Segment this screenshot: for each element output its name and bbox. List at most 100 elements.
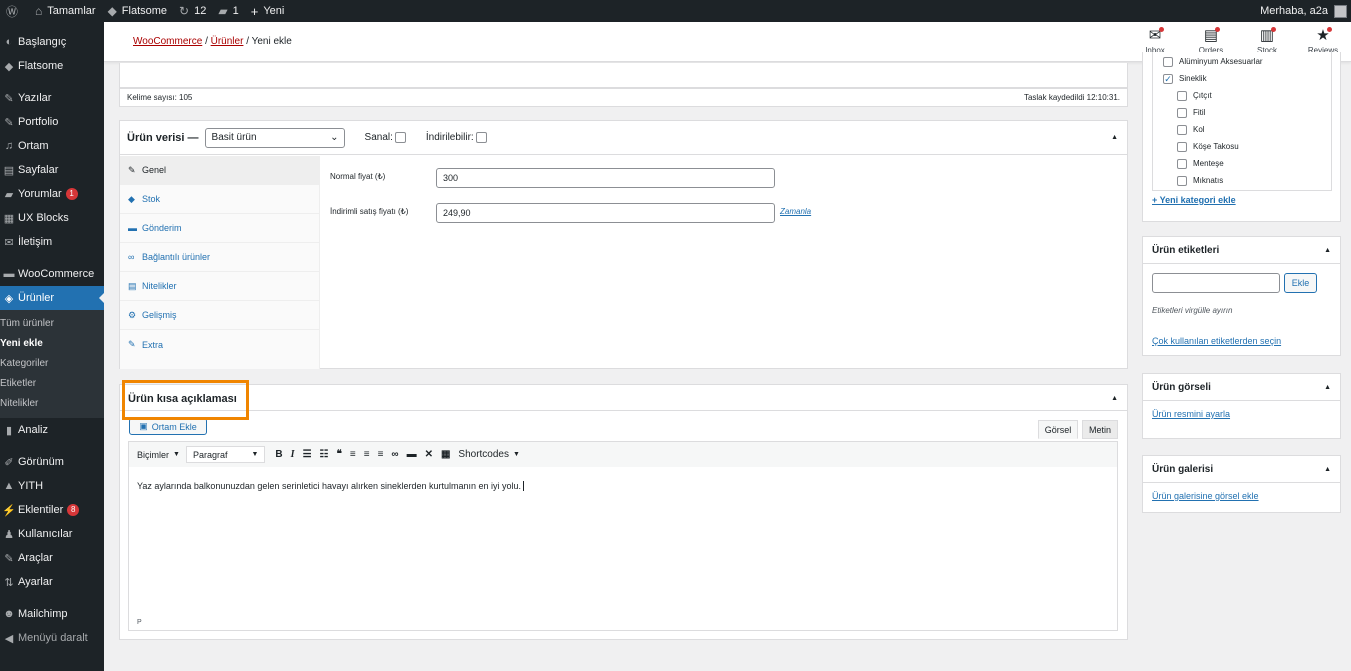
virtual-checkbox[interactable] <box>394 132 406 143</box>
menu-pages[interactable]: ▤ Sayfalar <box>0 158 104 182</box>
user-greeting[interactable]: Merhaba, a2a <box>1260 5 1328 17</box>
set-product-image-link[interactable]: Ürün resmini ayarla <box>1152 409 1230 419</box>
menu-contact[interactable]: ✉ İletişim <box>0 230 104 254</box>
avatar[interactable] <box>1334 4 1347 18</box>
toggle-panel-icon[interactable]: ▲ <box>1324 247 1331 254</box>
toggle-panel-icon[interactable]: ▲ <box>1111 395 1118 402</box>
list-icon: ▤ <box>128 280 137 291</box>
submenu-tags[interactable]: Etiketler <box>0 374 104 394</box>
formats-dropdown[interactable]: Biçimler <box>137 450 169 460</box>
paragraph-select[interactable]: Paragraf ▼ <box>185 446 266 463</box>
reviews-button[interactable]: ★ Reviews <box>1295 26 1351 55</box>
italic-icon[interactable]: I <box>291 449 295 460</box>
menu-yith[interactable]: ▲ YITH <box>0 474 104 498</box>
comment-icon: ▰ <box>218 4 228 18</box>
breadcrumb-products[interactable]: Ürünler <box>211 36 244 47</box>
menu-products[interactable]: ◈ Ürünler <box>0 286 104 310</box>
tab-extra[interactable]: ✎ Extra <box>120 330 319 359</box>
menu-ux-blocks[interactable]: ▦ UX Blocks <box>0 206 104 230</box>
toggle-panel-icon[interactable]: ▲ <box>1111 134 1118 141</box>
category-item[interactable]: Çıtçıt <box>1161 87 1331 104</box>
stock-button[interactable]: ▥ Stock <box>1239 26 1295 55</box>
submenu-add-new[interactable]: Yeni ekle <box>0 334 104 354</box>
category-item[interactable]: Köşe Takosu <box>1161 138 1331 155</box>
submenu-categories[interactable]: Kategoriler <box>0 354 104 374</box>
menu-media[interactable]: ♫ Ortam <box>0 134 104 158</box>
new-content-link[interactable]: + Yeni <box>245 0 291 22</box>
category-item[interactable]: ✓ Sineklik <box>1161 70 1331 87</box>
menu-posts[interactable]: ✎ Yazılar <box>0 86 104 110</box>
short-description-editor[interactable]: Yaz aylarında balkonunuzdan gelen serinl… <box>128 467 1118 631</box>
link-icon[interactable]: ∞ <box>391 449 398 460</box>
menu-tools[interactable]: ✎ Araçlar <box>0 546 104 570</box>
quote-icon[interactable]: ❝ <box>337 449 342 460</box>
tab-attributes[interactable]: ▤ Nitelikler <box>120 272 319 301</box>
tab-inventory[interactable]: ◆ Stok <box>120 185 319 214</box>
category-item[interactable]: Fitil <box>1161 104 1331 121</box>
media-icon: ▣ <box>139 421 148 431</box>
category-item[interactable]: Kol <box>1161 121 1331 138</box>
downloadable-checkbox[interactable] <box>475 132 487 143</box>
theme-link[interactable]: ◆ Flatsome <box>102 0 173 22</box>
editor-toolbar: Biçimler ▼ Paragraf ▼ B I ☰ ☷ ❝ ≡ ≡ ≡ ∞ ▬ … <box>128 441 1118 468</box>
pin-icon: ✎ <box>4 92 14 105</box>
toolbar-toggle-icon[interactable]: ▦ <box>441 449 450 460</box>
menu-dashboard[interactable]: ◐ Başlangıç <box>0 30 104 54</box>
submenu-all-products[interactable]: Tüm ürünler <box>0 314 104 334</box>
tab-linked-products[interactable]: ∞ Bağlantılı ürünler <box>120 243 319 272</box>
menu-woocommerce[interactable]: ▬ WooCommerce <box>0 262 104 286</box>
gallery-box: Ürün galerisi ▲ Ürün galerisine görsel ek… <box>1142 455 1341 513</box>
site-name-link[interactable]: ⌂ Tamamlar <box>29 0 102 22</box>
menu-mailchimp[interactable]: ☻ Mailchimp <box>0 602 104 626</box>
submenu-attributes[interactable]: Nitelikler <box>0 394 104 414</box>
bullet-list-icon[interactable]: ☰ <box>303 449 312 460</box>
tag-input[interactable] <box>1152 273 1280 293</box>
add-category-link[interactable]: + Yeni kategori ekle <box>1152 195 1236 205</box>
read-more-icon[interactable]: ▬ <box>407 449 417 460</box>
checkmark-icon[interactable]: ✓ <box>1163 73 1173 84</box>
category-item[interactable]: Alüminyum Aksesuarlar <box>1161 53 1331 70</box>
wp-logo[interactable]: Ⓦ <box>0 0 29 22</box>
menu-comments[interactable]: ▰ Yorumlar 1 <box>0 182 104 206</box>
category-item[interactable]: Mıknatıs <box>1161 172 1331 189</box>
tab-general[interactable]: ✎ Genel <box>120 156 319 185</box>
menu-collapse[interactable]: ◀ Menüyü daralt <box>0 626 104 650</box>
inbox-button[interactable]: ✉ Inbox <box>1127 26 1183 55</box>
sale-price-input[interactable]: 249,90 <box>436 203 775 223</box>
menu-portfolio[interactable]: ✎ Portfolio <box>0 110 104 134</box>
menu-flatsome[interactable]: ◆ Flatsome <box>0 54 104 78</box>
align-left-icon[interactable]: ≡ <box>350 449 356 460</box>
tab-text[interactable]: Metin <box>1082 420 1118 439</box>
updates-link[interactable]: ↻ 12 <box>173 0 212 22</box>
tab-shipping[interactable]: ▬ Gönderim <box>120 214 319 243</box>
editor-content: Yaz aylarında balkonunuzdan gelen serinl… <box>137 481 522 491</box>
tags-title: Ürün etiketleri <box>1152 244 1220 256</box>
add-tag-button[interactable]: Ekle <box>1284 273 1317 293</box>
regular-price-input[interactable]: 300 <box>436 168 775 188</box>
menu-plugins[interactable]: ⚡ Eklentiler 8 <box>0 498 104 522</box>
menu-users[interactable]: ♟ Kullanıcılar <box>0 522 104 546</box>
orders-button[interactable]: ▤ Orders <box>1183 26 1239 55</box>
toggle-panel-icon[interactable]: ▲ <box>1324 466 1331 473</box>
add-media-button[interactable]: ▣ Ortam Ekle <box>129 418 207 435</box>
numbered-list-icon[interactable]: ☷ <box>320 449 329 460</box>
tab-advanced[interactable]: ⚙ Gelişmiş <box>120 301 319 330</box>
breadcrumb-woocommerce[interactable]: WooCommerce <box>133 36 202 47</box>
menu-analytics[interactable]: ▮ Analiz <box>0 418 104 442</box>
category-item[interactable]: Menteşe <box>1161 155 1331 172</box>
comments-link[interactable]: ▰ 1 <box>212 0 244 22</box>
breadcrumb-current: Yeni ekle <box>251 36 292 47</box>
popular-tags-link[interactable]: Çok kullanılan etiketlerden seçin <box>1152 336 1281 346</box>
fullscreen-icon[interactable]: ✕ <box>425 449 433 460</box>
product-type-select[interactable]: Basit ürün ⌄ <box>204 127 345 148</box>
menu-appearance[interactable]: ✐ Görünüm <box>0 450 104 474</box>
schedule-link[interactable]: Zamanla <box>780 207 811 216</box>
bold-icon[interactable]: B <box>275 449 282 460</box>
shortcodes-dropdown[interactable]: Shortcodes <box>458 449 509 460</box>
menu-settings[interactable]: ⇅ Ayarlar <box>0 570 104 594</box>
tab-visual[interactable]: Görsel <box>1038 420 1078 439</box>
align-right-icon[interactable]: ≡ <box>378 449 384 460</box>
align-center-icon[interactable]: ≡ <box>364 449 370 460</box>
add-gallery-images-link[interactable]: Ürün galerisine görsel ekle <box>1152 491 1259 501</box>
toggle-panel-icon[interactable]: ▲ <box>1324 384 1331 391</box>
